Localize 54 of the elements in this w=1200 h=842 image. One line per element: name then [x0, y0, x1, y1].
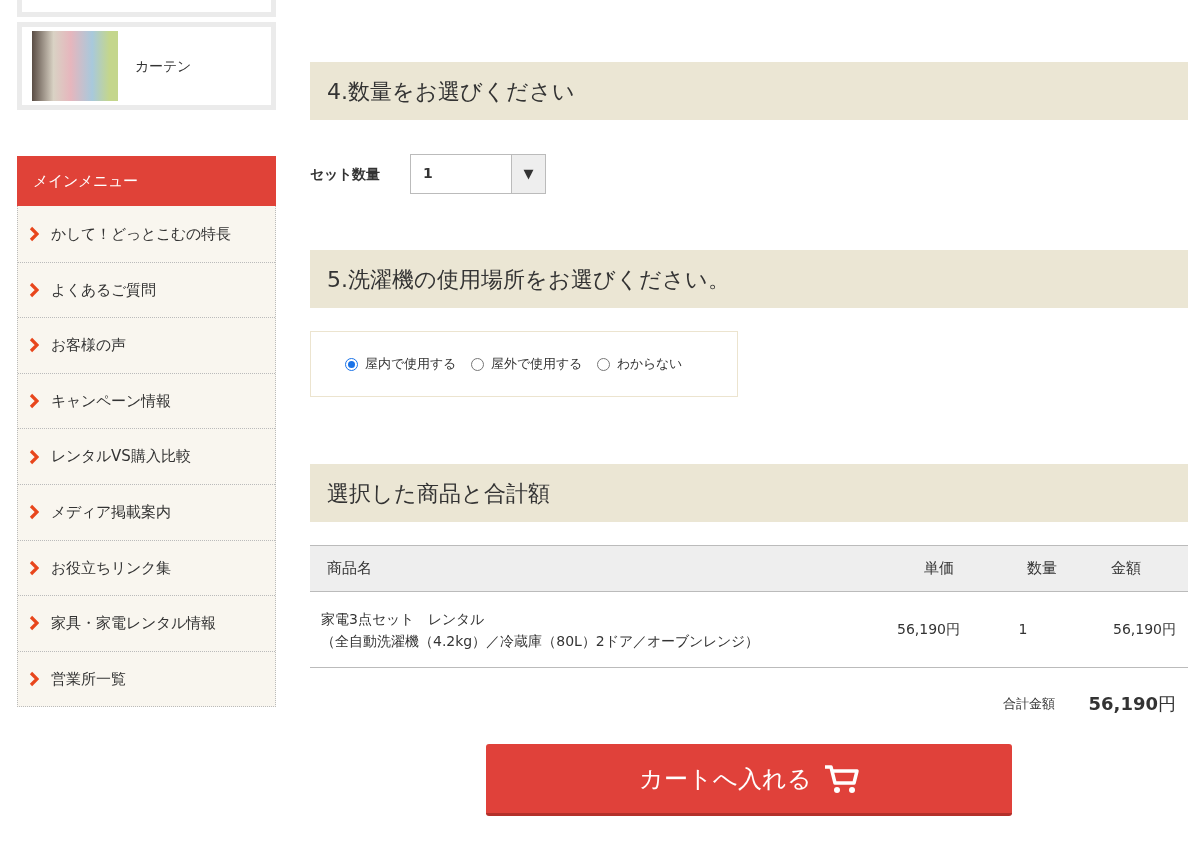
menu-item-label: よくあるご質問: [51, 279, 156, 301]
chevron-right-icon: [29, 448, 39, 465]
menu-item-label: メディア掲載案内: [51, 502, 171, 523]
total-label: 合計金額: [1002, 694, 1055, 713]
quantity-label: セット数量: [310, 164, 381, 184]
menu-item[interactable]: レンタルVS購入比較: [18, 428, 275, 484]
total-amount: 56,190円: [1088, 692, 1176, 716]
menu-item-label: 営業所一覧: [51, 668, 126, 690]
cart-icon: [823, 763, 860, 794]
menu-item[interactable]: お客様の声: [18, 317, 275, 373]
menu-item-label: かして！どっとこむの特長: [51, 223, 231, 245]
menu-item[interactable]: メディア掲載案内: [18, 483, 275, 540]
menu-item[interactable]: キャンペーン情報: [18, 372, 275, 429]
table-cell-text: 家電3点セット レンタル （全自動洗濯機（4.2kg）／冷蔵庫（80L）2ドア／オーブンレンジ）: [320, 609, 760, 651]
chevron-right-icon: [29, 615, 39, 632]
section-heading: 5.洗濯機の使用場所をお選びください。: [310, 250, 1188, 308]
category-card[interactable]: カーテン: [17, 22, 276, 110]
category-label: カーテン: [135, 56, 191, 76]
menu-item-label: キャンペーン情報: [51, 390, 171, 412]
quantity-dropdown[interactable]: 1 ▼: [410, 154, 546, 194]
column-header: 数量: [1026, 558, 1058, 580]
chevron-right-icon: [29, 225, 39, 242]
menu-item[interactable]: かして！どっとこむの特長: [18, 206, 275, 262]
chevron-right-icon: [29, 559, 39, 576]
column-header: 商品名: [326, 558, 373, 580]
column-header: 単価: [923, 558, 955, 580]
menu-item-label: お役立ちリンク集: [51, 557, 171, 579]
radio-option[interactable]: 屋内で使用する: [345, 354, 456, 374]
table-cell-text: 1: [1017, 620, 1029, 639]
radio-label: 屋内で使用する: [365, 355, 456, 374]
menu-item-label: 家具・家電レンタル情報: [51, 613, 216, 635]
table-cell-text: 56,190円: [896, 620, 960, 639]
menu-item-label: レンタルVS購入比較: [51, 446, 191, 468]
chevron-right-icon: [29, 671, 39, 688]
menu-item[interactable]: 家具・家電レンタル情報: [18, 595, 275, 651]
radio-label: わからない: [617, 355, 682, 374]
dropdown-value: 1: [422, 164, 434, 183]
column-header: 金額: [1110, 558, 1142, 580]
radio-label: 屋外で使用する: [491, 355, 582, 374]
menu-item[interactable]: お役立ちリンク集: [18, 539, 275, 596]
chevron-right-icon: [29, 337, 39, 354]
radio-option[interactable]: 屋外で使用する: [471, 354, 582, 374]
menu-header: メインメニュー: [17, 156, 276, 206]
section-heading: 4.数量をお選びください: [310, 62, 1188, 120]
menu-item-label: お客様の声: [51, 335, 126, 357]
chevron-right-icon: [29, 504, 39, 521]
table-cell-text: 56,190円: [1112, 620, 1176, 639]
menu-item[interactable]: 営業所一覧: [18, 650, 275, 707]
section-heading: 選択した商品と合計額: [310, 464, 1188, 522]
menu-item[interactable]: よくあるご質問: [18, 261, 275, 318]
add-to-cart-button[interactable]: カートへ入れる: [486, 744, 1012, 816]
chevron-right-icon: [29, 393, 39, 410]
radio-option[interactable]: わからない: [597, 354, 682, 374]
chevron-right-icon: [29, 281, 39, 298]
